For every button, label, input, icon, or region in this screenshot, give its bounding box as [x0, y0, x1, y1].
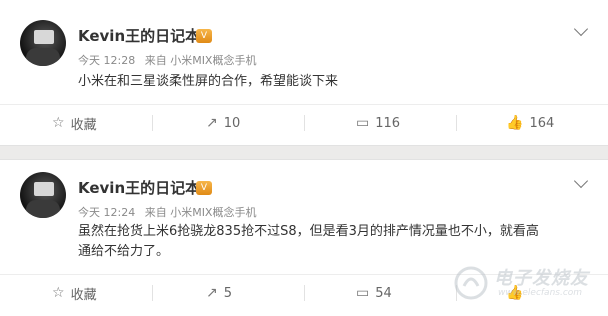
post-meta: 今天 12:24 来自 小米MIX概念手机: [78, 204, 256, 220]
comment-count: 54: [375, 285, 392, 301]
watermark-url: www.elecfans.com: [498, 288, 583, 298]
username-text[interactable]: Kevin王的日记本: [78, 179, 200, 197]
comment-icon: ▭: [356, 115, 370, 131]
collect-label: 收藏: [70, 287, 97, 303]
chevron-down-icon[interactable]: [573, 173, 589, 189]
star-icon: ☆: [52, 285, 65, 301]
watermark-name: 电子发烧友: [494, 268, 589, 289]
post-source[interactable]: 来自 小米MIX概念手机: [145, 206, 257, 219]
star-icon: ☆: [52, 115, 65, 131]
post-meta: 今天 12:28 来自 小米MIX概念手机: [78, 52, 256, 68]
comment-button[interactable]: ▭ 116: [356, 105, 400, 141]
username[interactable]: Kevin王的日记本: [78, 177, 200, 198]
like-count: 164: [529, 115, 555, 131]
repost-button[interactable]: ↗ 10: [206, 105, 240, 141]
repost-icon: ↗: [206, 285, 218, 301]
username-text[interactable]: Kevin王的日记本: [78, 27, 200, 45]
like-button[interactable]: 👍 164: [506, 105, 554, 141]
post-time: 今天 12:24: [78, 206, 136, 219]
repost-icon: ↗: [206, 115, 218, 131]
repost-count: 5: [223, 285, 233, 301]
weibo-post-1: Kevin王的日记本 V 今天 12:28 来自 小米MIX概念手机 小米在和三…: [0, 0, 608, 145]
post-text-line-1: 虽然在抢货上米6抢骁龙835抢不过S8，但是看3月的排产情况量也不小，就看高: [78, 224, 539, 239]
username[interactable]: Kevin王的日记本: [78, 25, 200, 46]
comment-button[interactable]: ▭ 54: [356, 275, 392, 311]
post-time: 今天 12:28: [78, 54, 136, 67]
post-text-line-2: 通给不给力了。: [78, 244, 170, 259]
avatar[interactable]: [20, 172, 66, 218]
repost-count: 10: [223, 115, 241, 131]
repost-button[interactable]: ↗ 5: [206, 275, 232, 311]
chevron-down-icon[interactable]: [573, 21, 589, 37]
elecfans-logo-icon: [454, 266, 488, 300]
like-icon: 👍: [506, 115, 524, 131]
watermark: 电子发烧友 www.elecfans.com: [448, 262, 598, 306]
collect-button[interactable]: ☆ 收藏: [52, 275, 97, 311]
collect-button[interactable]: ☆ 收藏: [52, 105, 97, 141]
verified-badge-icon: V: [196, 181, 212, 195]
post-text: 小米在和三星谈柔性屏的合作，希望能谈下来: [78, 74, 339, 89]
action-bar: ☆ 收藏 ↗ 10 ▭ 116 👍 164: [0, 104, 608, 141]
post-source[interactable]: 来自 小米MIX概念手机: [145, 54, 257, 67]
post-separator: [0, 145, 608, 160]
comment-count: 116: [375, 115, 401, 131]
comment-icon: ▭: [356, 285, 370, 301]
post-text: 虽然在抢货上米6抢骁龙835抢不过S8，但是看3月的排产情况量也不小，就看高 通…: [78, 222, 539, 262]
verified-badge-icon: V: [196, 29, 212, 43]
avatar[interactable]: [20, 20, 66, 66]
collect-label: 收藏: [70, 117, 97, 133]
